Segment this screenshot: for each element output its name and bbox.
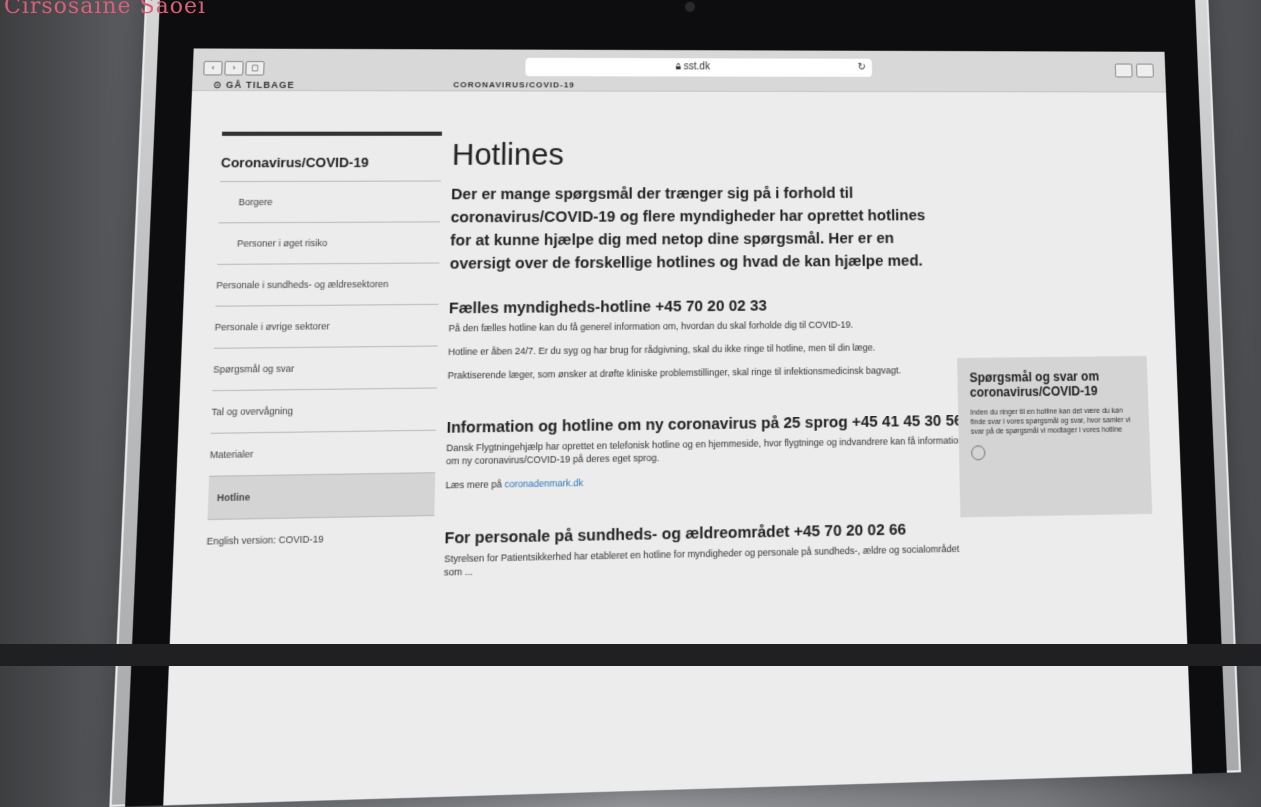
page-title: Hotlines xyxy=(451,137,564,173)
sidebar-title[interactable]: Coronavirus/COVID-19 xyxy=(220,144,442,183)
back-arrow-icon[interactable]: ‹ xyxy=(203,60,223,76)
faq-title: Spørgsmål og svar om coronavirus/COVID-1… xyxy=(969,369,1100,400)
section-heading: Information og hotline om ny coronavirus… xyxy=(446,411,963,438)
toolbar-icons xyxy=(1114,63,1154,78)
bottom-bar xyxy=(0,644,1261,666)
section-text: På den fælles hotline kan du få generel … xyxy=(448,319,854,334)
back-link-label: GÅ TILBAGE xyxy=(225,79,295,91)
address-bar[interactable]: 🔒︎ sst.dk ↻ xyxy=(525,57,873,77)
tabs-icon[interactable] xyxy=(1136,63,1154,78)
section-text: Dansk Flygtningehjælp har oprettet en te… xyxy=(445,435,964,467)
camera-icon xyxy=(684,1,696,12)
read-more-prefix: Læs mere på xyxy=(445,478,503,491)
share-icon[interactable] xyxy=(1114,63,1133,78)
intro-text: Der er mange spørgsmål der trænger sig p… xyxy=(449,184,926,273)
reload-icon[interactable]: ↻ xyxy=(858,59,867,77)
browser-toolbar: ‹ › ▢ 🔒︎ sst.dk ↻ xyxy=(191,48,1167,93)
sidebar-item-spoergsmaal[interactable]: Spørgsmål og svar xyxy=(212,346,438,392)
sidebar-item-materialer[interactable]: Materialer xyxy=(209,430,437,477)
sidebar-toggle-icon[interactable]: ▢ xyxy=(245,61,265,76)
sidebar-item-risiko[interactable]: Personer i øget risiko xyxy=(217,222,441,265)
lock-icon: 🔒︎ xyxy=(675,61,681,73)
faq-text: Inden du ringer til en hotline kan det v… xyxy=(970,407,1131,436)
section-heading: Fælles myndigheds-hotline +45 70 20 02 3… xyxy=(448,296,768,318)
sidebar-divider xyxy=(221,131,442,136)
forward-arrow-icon[interactable]: › xyxy=(224,60,244,76)
laptop: ‹ › ▢ 🔒︎ sst.dk ↻ ⊙ GÅ TILBAGE CORONAVIR… xyxy=(109,0,1242,807)
section-text: Styrelsen for Patientsikkerhed har etabl… xyxy=(443,543,960,578)
breadcrumb[interactable]: CORONAVIRUS/COVID-19 xyxy=(453,80,575,89)
back-link[interactable]: ⊙ GÅ TILBAGE xyxy=(213,80,295,92)
browser-screen: ‹ › ▢ 🔒︎ sst.dk ↻ ⊙ GÅ TILBAGE CORONAVIR… xyxy=(163,48,1193,806)
section-text: Hotline er åben 24/7. Er du syg og har b… xyxy=(448,342,876,358)
sidebar-item-tal[interactable]: Tal og overvågning xyxy=(210,388,437,434)
nav-buttons: ‹ › ▢ xyxy=(203,60,265,76)
page-caption: Cirsosaine Saoei xyxy=(4,0,207,19)
faq-box[interactable]: Spørgsmål og svar om coronavirus/COVID-1… xyxy=(957,355,1153,518)
read-more: Læs mere på coronadenmark.dk xyxy=(445,470,965,492)
back-circle-icon: ⊙ xyxy=(213,79,223,90)
sidebar-item-english[interactable]: English version: COVID-19 xyxy=(206,516,434,562)
main-content: Hotlines Der er mange spørgsmål der træn… xyxy=(444,131,968,590)
coronadenmark-link[interactable]: coronadenmark.dk xyxy=(505,477,584,489)
sidebar: Coronavirus/COVID-19 Borgere Personer i … xyxy=(206,131,442,563)
sidebar-item-borgere[interactable]: Borgere xyxy=(218,181,441,224)
sidebar-item-oevrige[interactable]: Personale i øvrige sektorer xyxy=(213,304,439,349)
arrow-circle-icon[interactable] xyxy=(971,445,986,461)
sidebar-item-hotline[interactable]: Hotline xyxy=(207,473,436,521)
section-text: Praktiserende læger, som ønsker at drøft… xyxy=(447,364,901,381)
sidebar-item-sundhed[interactable]: Personale i sundheds- og ældresektoren xyxy=(215,263,440,307)
address-text: sst.dk xyxy=(683,61,711,73)
